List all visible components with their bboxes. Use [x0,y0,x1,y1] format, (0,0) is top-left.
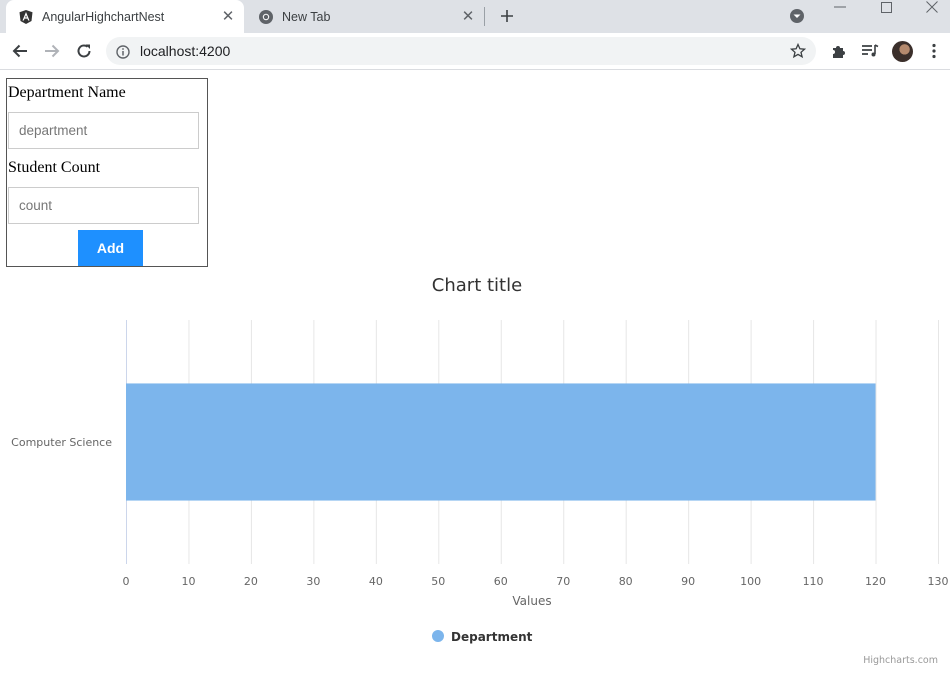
tab-search-icon[interactable] [788,7,806,25]
legend[interactable]: Department [432,630,533,644]
window-close-icon[interactable] [914,0,950,14]
x-tick-label: 20 [244,575,258,588]
x-tick-label: 40 [369,575,383,588]
url-text[interactable]: localhost:4200 [140,43,230,59]
legend-label[interactable]: Department [451,630,533,644]
angular-icon [18,9,34,25]
x-tick-label: 60 [494,575,508,588]
department-form: Department Name Student Count Add [6,78,208,267]
add-button[interactable]: Add [78,230,143,266]
credits-link[interactable]: Highcharts.com [863,655,938,666]
plus-icon[interactable] [497,6,517,26]
x-tick-label: 90 [681,575,695,588]
more-options-icon[interactable] [924,41,944,61]
forward-arrow-icon[interactable] [41,40,63,62]
count-input[interactable] [8,187,199,224]
legend-symbol[interactable] [432,630,444,642]
tab-strip: AngularHighchartNest ✕ New Tab ✕ [0,0,950,33]
x-tick-label: 110 [803,575,824,588]
back-arrow-icon[interactable] [9,40,31,62]
x-tick-label: 120 [865,575,886,588]
department-input[interactable] [8,112,199,149]
address-bar[interactable]: localhost:4200 [106,37,816,65]
reload-icon[interactable] [73,40,95,62]
x-tick-label: 70 [556,575,570,588]
x-tick-label: 100 [740,575,761,588]
extensions-icon[interactable] [828,41,848,61]
chrome-icon [258,9,274,25]
bar[interactable] [126,383,876,501]
y-category-label: Computer Science [11,436,112,449]
x-tick-label: 30 [306,575,320,588]
bars [126,383,876,501]
department-name-label: Department Name [8,84,126,101]
x-tick-label: 130 [928,575,949,588]
close-icon[interactable]: ✕ [220,8,236,25]
x-tick-label: 80 [619,575,633,588]
bar-chart: Chart title 0 10 20 30 40 50 60 70 80 90 100 110 120… [11,275,949,666]
avatar[interactable] [892,41,913,62]
media-queue-icon[interactable] [860,41,880,61]
tab-new-tab[interactable]: New Tab ✕ [250,0,484,33]
x-tick-label: 50 [431,575,445,588]
browser-toolbar: localhost:4200 [0,33,950,70]
chart-container: Chart title 0 10 20 30 40 50 60 70 80 90 100 110 120… [0,268,950,678]
tab-separator [484,7,485,26]
tab-title: New Tab [282,9,331,24]
x-tick-label: 0 [123,575,130,588]
maximize-icon[interactable] [868,0,904,14]
x-tick-label: 10 [181,575,195,588]
tab-title: AngularHighchartNest [42,9,165,24]
chart-title: Chart title [432,275,522,296]
info-icon[interactable] [116,44,130,59]
student-count-label: Student Count [8,159,101,176]
x-axis-title: Values [512,594,551,608]
close-icon[interactable]: ✕ [460,8,476,25]
bookmark-star-icon[interactable] [789,42,807,59]
x-axis-ticks: 0 10 20 30 40 50 60 70 80 90 100 110 120 130 [123,575,949,588]
minimize-icon[interactable] [822,0,858,14]
y-axis-categories: Computer Science [11,436,112,449]
tab-angular-app[interactable]: AngularHighchartNest ✕ [6,0,244,33]
